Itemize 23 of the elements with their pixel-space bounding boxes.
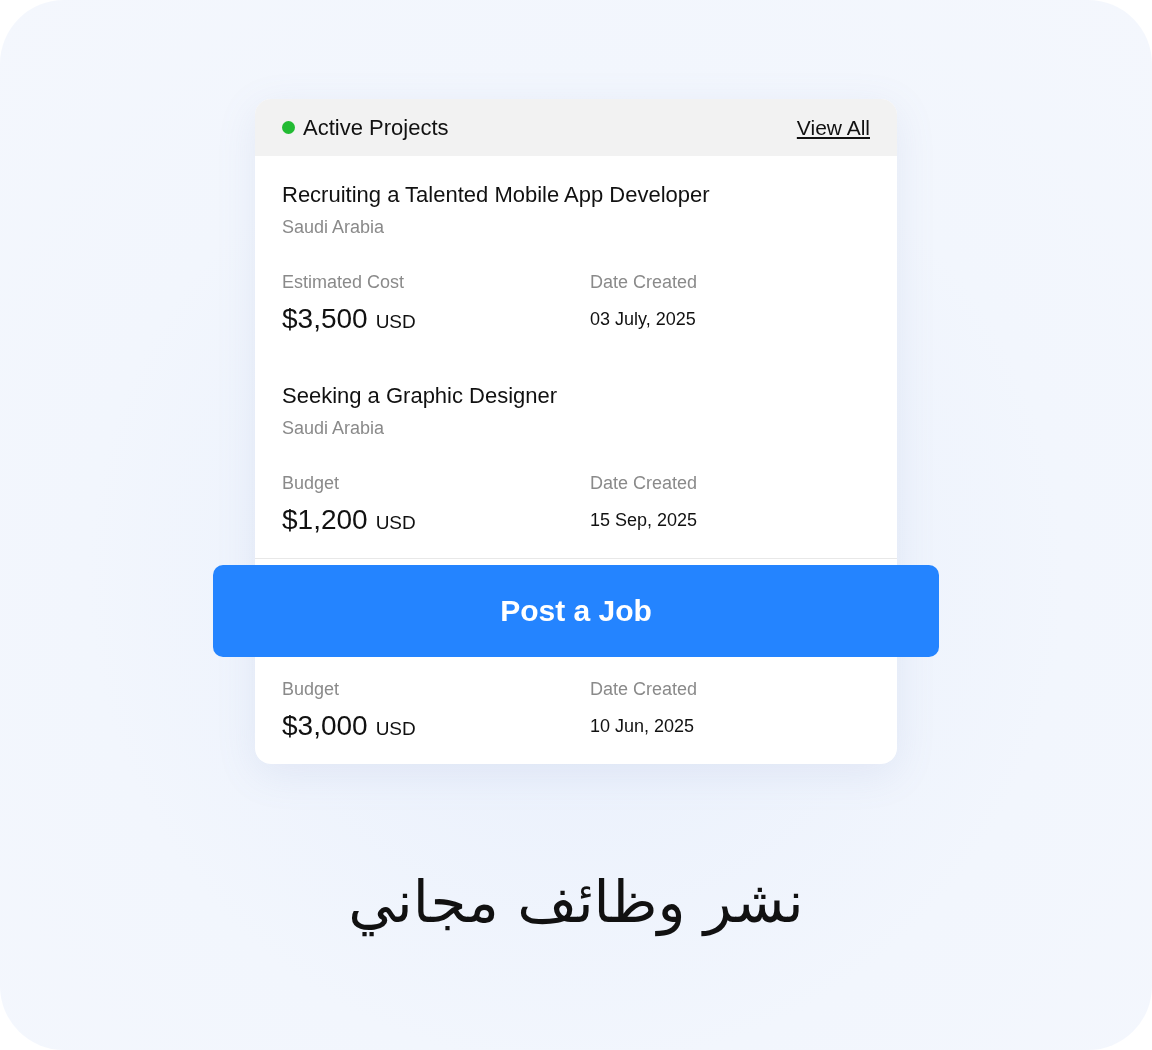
currency-label: USD bbox=[375, 512, 416, 534]
amount-label: Budget bbox=[282, 679, 341, 700]
project-title: Seeking a Graphic Designer bbox=[282, 383, 559, 409]
date-label: Date Created bbox=[590, 679, 699, 700]
currency-label: USD bbox=[375, 311, 416, 333]
date-label: Date Created bbox=[590, 272, 699, 293]
amount-label: Budget bbox=[282, 473, 341, 494]
view-all-link[interactable]: View All bbox=[796, 115, 870, 140]
date-value: 03 July, 2025 bbox=[590, 308, 697, 330]
caption-text: نشر وظائف مجاني bbox=[348, 868, 804, 936]
amount-value: $1,200 bbox=[282, 504, 368, 536]
card-title: Active Projects bbox=[303, 114, 449, 141]
currency-label: USD bbox=[375, 718, 416, 740]
project-location: Saudi Arabia bbox=[282, 217, 386, 238]
amount-label: Estimated Cost bbox=[282, 272, 406, 293]
date-value: 10 Jun, 2025 bbox=[590, 715, 696, 737]
amount-value: $3,500 bbox=[282, 303, 368, 335]
date-label: Date Created bbox=[590, 473, 699, 494]
amount-value: $3,000 bbox=[282, 710, 368, 742]
post-job-button[interactable]: Post a Job bbox=[213, 565, 939, 657]
project-location: Saudi Arabia bbox=[282, 418, 386, 439]
project-title: Recruiting a Talented Mobile App Developer bbox=[282, 182, 711, 208]
date-value: 15 Sep, 2025 bbox=[590, 509, 699, 531]
